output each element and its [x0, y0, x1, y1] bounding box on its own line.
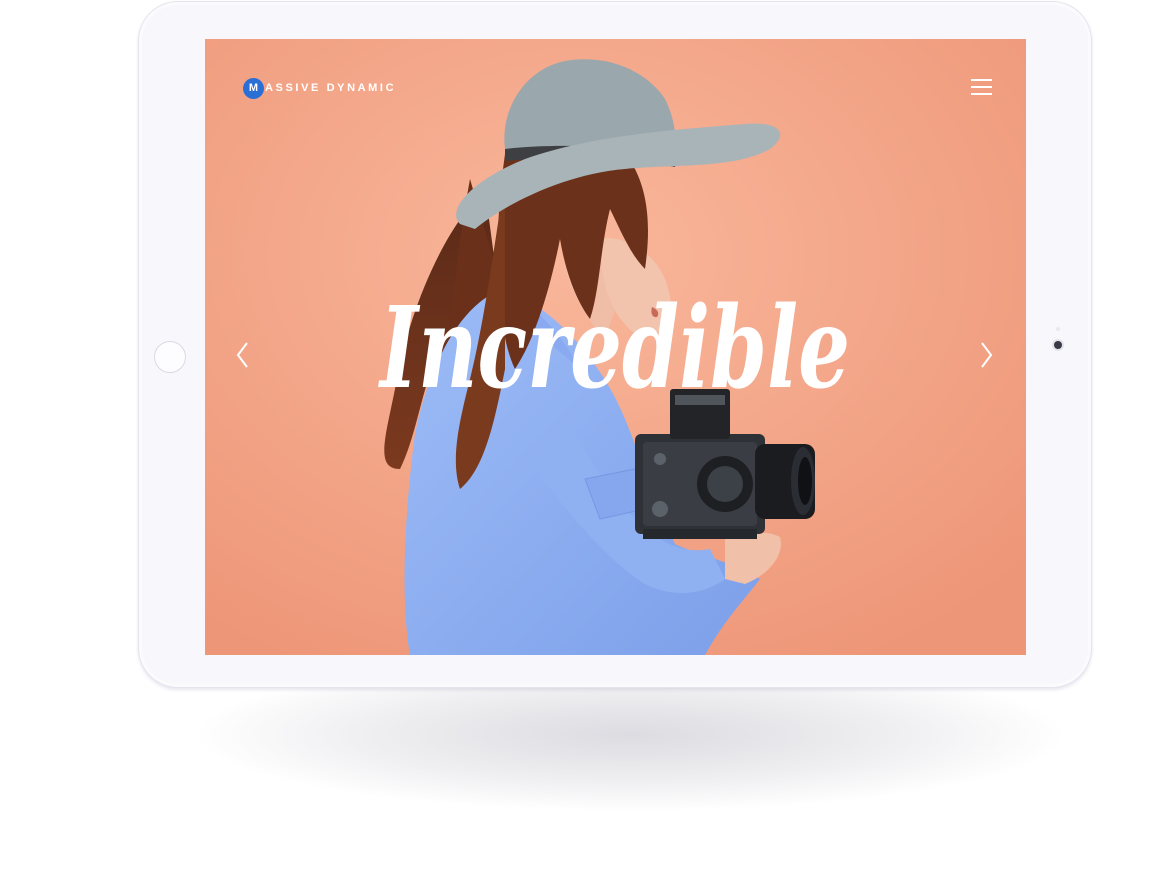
home-button[interactable]: [154, 341, 186, 373]
brand-badge-icon: M: [243, 77, 264, 99]
brand-logo[interactable]: M ASSIVE DYNAMIC: [243, 77, 396, 99]
chevron-left-icon[interactable]: [234, 340, 252, 370]
hero-headline: Incredible: [378, 283, 850, 414]
camera-icon: [1054, 341, 1062, 349]
device-mockup-stage: M ASSIVE DYNAMIC Incredible: [0, 0, 1170, 892]
hero-headline-text: Incredible: [378, 283, 850, 414]
brand-name: ASSIVE DYNAMIC: [265, 82, 397, 94]
chevron-right-icon[interactable]: [977, 340, 995, 370]
hero-slider: M ASSIVE DYNAMIC Incredible: [205, 39, 1026, 655]
sensor-dot: [1056, 327, 1060, 331]
hamburger-menu-icon[interactable]: [970, 78, 994, 96]
